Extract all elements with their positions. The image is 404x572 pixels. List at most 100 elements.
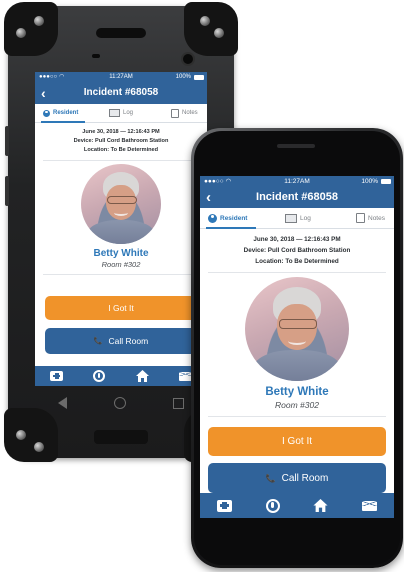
incident-datetime: June 30, 2018 — 12:16:43 PM	[82, 129, 160, 135]
resident-photo	[81, 164, 161, 244]
status-bar: ●●●○○ ◠ 11:27AM 100%	[200, 176, 394, 187]
divider	[208, 416, 386, 417]
tab-resident[interactable]: Resident	[43, 104, 78, 122]
screw	[214, 28, 224, 38]
button-label: I Got It	[281, 436, 312, 447]
tab-bar: Resident Log Notes	[200, 208, 394, 229]
incident-device: Device: Pull Cord Bathroom Station	[243, 247, 351, 254]
bottom-nav	[35, 366, 207, 386]
incident-device: Device: Pull Cord Bathroom Station	[73, 138, 169, 144]
nav-home[interactable]	[313, 499, 328, 512]
earpiece-speaker	[96, 28, 146, 38]
tab-log[interactable]: Log	[285, 208, 311, 228]
bottom-port	[94, 430, 148, 444]
mail-icon	[178, 371, 192, 381]
keyboard-icon	[285, 213, 297, 223]
app-header: ‹ Incident #68058	[200, 187, 394, 208]
front-camera	[181, 52, 195, 66]
person-circle-icon	[43, 109, 50, 117]
resident-room: Room #302	[275, 400, 319, 410]
resident-photo	[245, 277, 349, 381]
button-label: Call Room	[108, 336, 149, 346]
active-tab-indicator	[206, 227, 256, 229]
accessibility-icon	[265, 498, 280, 513]
nav-accessibility[interactable]	[93, 370, 106, 382]
back-triangle-icon	[58, 397, 68, 409]
recents-square-icon	[172, 397, 184, 409]
nav-mail[interactable]	[178, 371, 192, 381]
incident-datetime: June 30, 2018 — 12:16:43 PM	[253, 236, 341, 243]
keyboard-icon	[109, 109, 120, 117]
divider	[43, 274, 199, 275]
proximity-sensor	[92, 54, 100, 58]
active-tab-indicator	[41, 121, 85, 123]
tab-label: Notes	[368, 214, 385, 222]
battery-label: 100%	[361, 178, 378, 185]
phone-icon: 📞	[93, 338, 103, 345]
battery-icon	[194, 75, 204, 80]
home-circle-icon	[113, 397, 126, 409]
resident-name: Betty White	[93, 248, 149, 259]
rugged-screen: ●●●○○ ◠ 11:27AM 100% ‹ Incident #68058 Re…	[35, 72, 207, 386]
notes-icon	[356, 213, 365, 223]
button-label: I Got It	[108, 303, 134, 313]
tab-label: Notes	[182, 110, 198, 116]
home-icon	[135, 370, 149, 382]
call-room-button[interactable]: 📞 Call Room	[208, 463, 386, 493]
android-home-button[interactable]	[113, 397, 126, 409]
bottom-nav	[200, 493, 394, 518]
incident-location: Location: To Be Determined	[83, 147, 159, 153]
i-got-it-button[interactable]: I Got It	[208, 427, 386, 456]
incident-info: June 30, 2018 — 12:16:43 PM Device: Pull…	[35, 128, 207, 155]
accessibility-icon	[93, 370, 106, 382]
nav-medical-kit[interactable]	[50, 371, 64, 381]
status-bar: ●●●○○ ◠ 11:27AM 100%	[35, 72, 207, 82]
tab-label: Log	[300, 214, 311, 222]
notes-icon	[171, 108, 179, 118]
screw	[34, 442, 44, 452]
mail-icon	[362, 500, 378, 511]
android-back-button[interactable]	[58, 397, 68, 409]
page-title: Incident #68058	[256, 191, 338, 203]
screw	[16, 28, 26, 38]
nav-medical-kit[interactable]	[216, 499, 232, 512]
page-title: Incident #68058	[83, 87, 159, 98]
divider	[43, 160, 199, 161]
app-header: ‹ Incident #68058	[35, 82, 207, 104]
home-icon	[313, 499, 328, 512]
app-screen: ●●●○○ ◠ 11:27AM 100% ‹ Incident #68058 Re…	[200, 176, 394, 518]
divider	[208, 272, 386, 273]
resident-name: Betty White	[265, 386, 329, 398]
tab-label: Resident	[53, 110, 79, 116]
nav-accessibility[interactable]	[265, 498, 280, 513]
nav-home[interactable]	[135, 370, 149, 382]
call-room-button[interactable]: 📞 Call Room	[45, 328, 197, 354]
tab-log[interactable]: Log	[109, 104, 133, 122]
person-circle-icon	[208, 213, 217, 223]
medical-kit-icon	[50, 371, 64, 381]
screw	[34, 16, 44, 26]
button-label: Call Room	[281, 472, 329, 484]
side-key[interactable]	[5, 126, 9, 156]
tab-bar: Resident Log Notes	[35, 104, 207, 123]
android-recents-button[interactable]	[172, 397, 184, 409]
earpiece-speaker	[277, 144, 315, 148]
resident-room: Room #302	[101, 260, 141, 269]
incident-info: June 30, 2018 — 12:16:43 PM Device: Pull…	[200, 234, 394, 267]
iphone-screen: ●●●○○ ◠ 11:27AM 100% ‹ Incident #68058 Re…	[200, 176, 394, 518]
battery-icon	[381, 179, 391, 184]
i-got-it-button[interactable]: I Got It	[45, 296, 197, 320]
tab-notes[interactable]: Notes	[356, 208, 385, 228]
tab-notes[interactable]: Notes	[171, 104, 198, 122]
screw	[16, 430, 26, 440]
tab-label: Resident	[220, 214, 248, 222]
screw	[200, 16, 210, 26]
phone-icon: 📞	[265, 473, 276, 483]
battery-label: 100%	[175, 74, 191, 80]
medical-kit-icon	[216, 499, 232, 512]
app-screen: ●●●○○ ◠ 11:27AM 100% ‹ Incident #68058 Re…	[35, 72, 207, 386]
tab-label: Log	[123, 110, 134, 116]
side-key[interactable]	[5, 176, 9, 206]
nav-mail[interactable]	[362, 500, 378, 511]
tab-resident[interactable]: Resident	[208, 208, 247, 228]
